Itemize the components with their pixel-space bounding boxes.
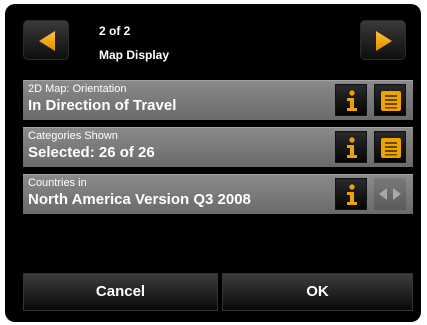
list-button[interactable]	[374, 84, 406, 116]
list-icon	[381, 138, 401, 158]
setting-value: North America Version Q3 2008	[28, 191, 251, 208]
setting-value: In Direction of Travel	[28, 97, 177, 114]
setting-label: 2D Map: Orientation	[28, 83, 127, 95]
page-title: Map Display	[99, 48, 170, 62]
arrow-left-icon	[39, 31, 55, 51]
device-screen: 2 of 2 Map Display 2D Map: Orientation I…	[5, 4, 421, 322]
setting-label: Categories Shown	[28, 130, 118, 142]
setting-row-orientation[interactable]: 2D Map: Orientation In Direction of Trav…	[23, 80, 413, 120]
left-right-arrows-icon	[379, 188, 401, 200]
page-count: 2 of 2	[99, 24, 131, 38]
info-button[interactable]	[335, 178, 367, 210]
setting-row-countries[interactable]: Countries in North America Version Q3 20…	[23, 174, 413, 214]
switch-button[interactable]	[374, 178, 406, 210]
arrow-right-icon	[376, 31, 392, 51]
cancel-button[interactable]: Cancel	[23, 273, 218, 311]
setting-value: Selected: 26 of 26	[28, 144, 155, 161]
info-icon	[347, 137, 357, 158]
setting-row-categories[interactable]: Categories Shown Selected: 26 of 26	[23, 127, 413, 167]
next-page-button[interactable]	[360, 20, 406, 60]
info-button[interactable]	[335, 131, 367, 163]
info-icon	[347, 90, 357, 111]
setting-label: Countries in	[28, 177, 87, 189]
info-icon	[347, 184, 357, 205]
list-button[interactable]	[374, 131, 406, 163]
previous-page-button[interactable]	[23, 20, 69, 60]
info-button[interactable]	[335, 84, 367, 116]
list-icon	[381, 91, 401, 111]
ok-button[interactable]: OK	[222, 273, 413, 311]
